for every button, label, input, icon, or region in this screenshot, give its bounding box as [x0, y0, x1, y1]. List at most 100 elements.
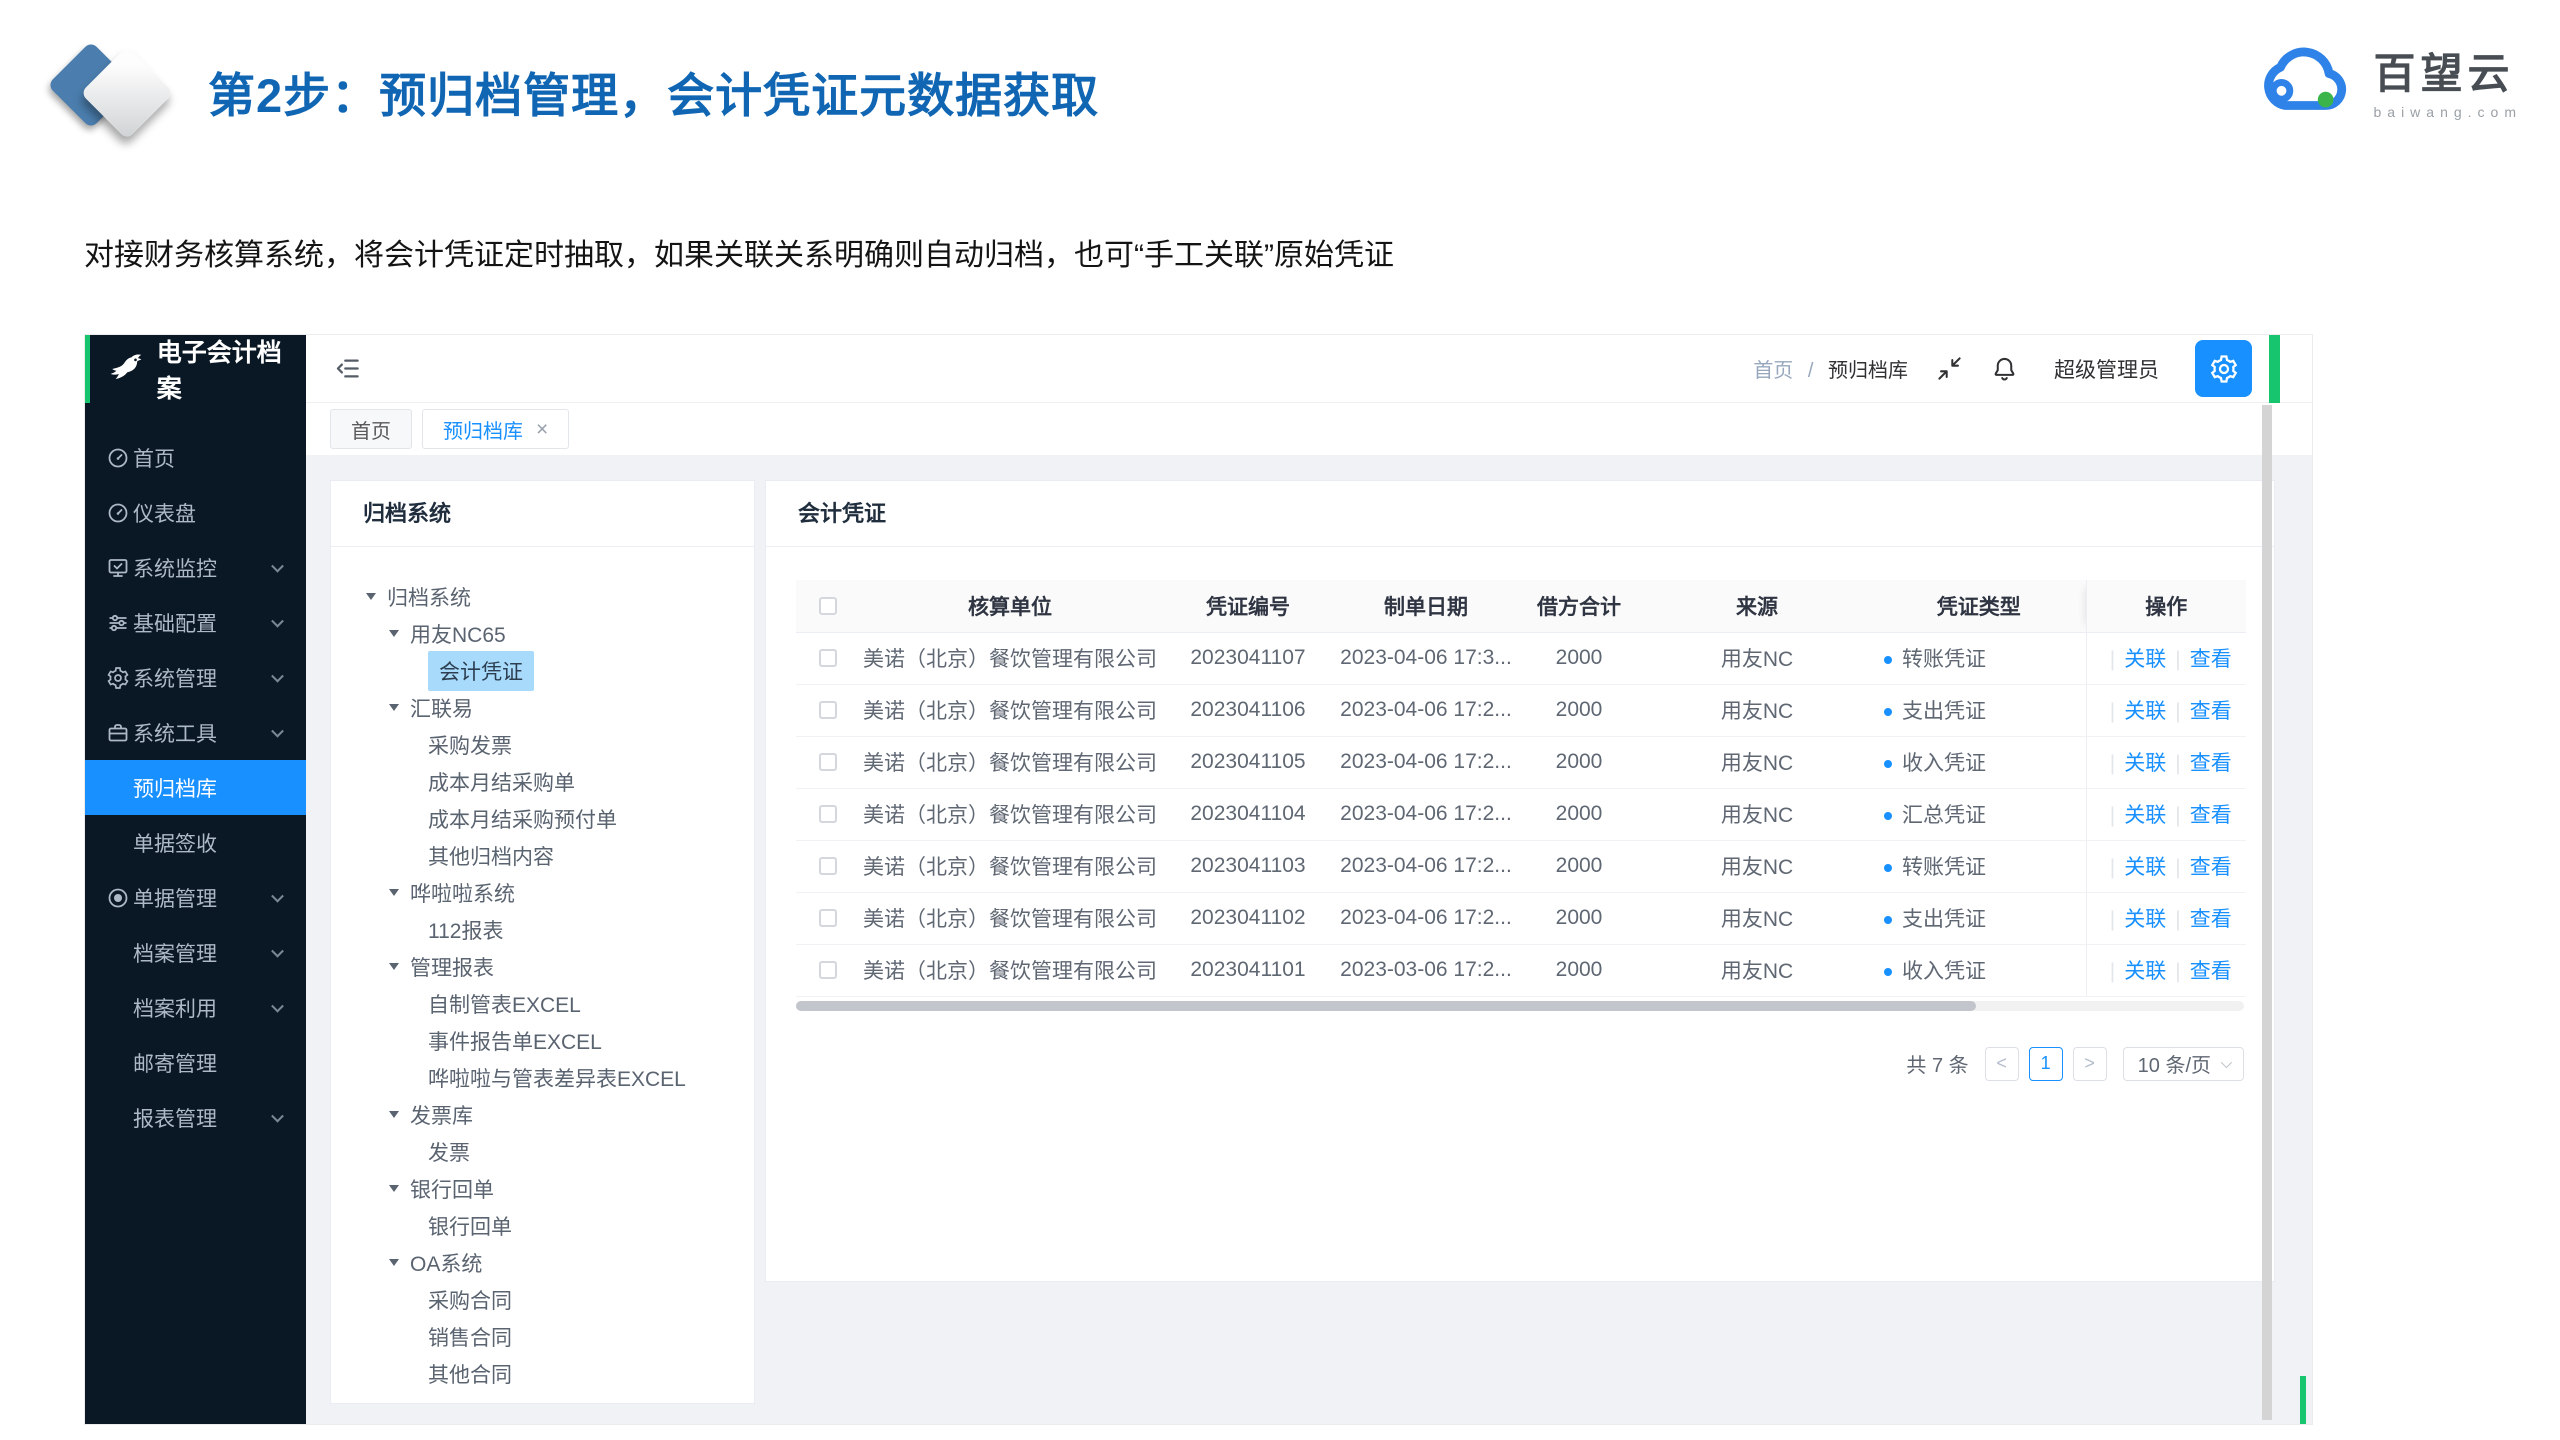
row-checkbox[interactable] [819, 701, 837, 719]
tree-node-18[interactable]: OA系统 [331, 1244, 754, 1281]
tree-node-label[interactable]: 其他合同 [428, 1359, 512, 1389]
tree-node-label[interactable]: 哗啦啦系统 [410, 878, 515, 908]
sidebar-item-4[interactable]: 系统管理 [85, 650, 306, 705]
link-relate[interactable]: 关联 [2124, 908, 2166, 931]
vertical-scrollbar-track[interactable] [2262, 405, 2272, 1420]
row-checkbox[interactable] [819, 857, 837, 875]
page-size-select[interactable]: 10 条/页 [2123, 1047, 2244, 1081]
tree-node-5[interactable]: 成本月结采购单 [331, 763, 754, 800]
tree-node-label[interactable]: OA系统 [410, 1248, 482, 1278]
link-relate[interactable]: 关联 [2124, 804, 2166, 827]
tree-node-label[interactable]: 事件报告单EXCEL [428, 1026, 602, 1056]
tree-node-15[interactable]: 发票 [331, 1133, 754, 1170]
tree-node-6[interactable]: 成本月结采购预付单 [331, 800, 754, 837]
link-relate[interactable]: 关联 [2124, 960, 2166, 983]
tree-node-14[interactable]: 发票库 [331, 1096, 754, 1133]
link-view[interactable]: 查看 [2190, 648, 2232, 671]
tree-node-label[interactable]: 自制管表EXCEL [428, 989, 581, 1019]
link-relate[interactable]: 关联 [2124, 648, 2166, 671]
scrollbar-thumb[interactable] [796, 1001, 1976, 1011]
link-view[interactable]: 查看 [2190, 804, 2232, 827]
select-all-checkbox[interactable] [819, 597, 837, 615]
tree-node-label[interactable]: 汇联易 [410, 693, 473, 723]
link-relate[interactable]: 关联 [2124, 856, 2166, 879]
sidebar-item-5[interactable]: 系统工具 [85, 705, 306, 760]
row-checkbox[interactable] [819, 909, 837, 927]
tab-home[interactable]: 首页 [330, 409, 412, 449]
tree-node-17[interactable]: 银行回单 [331, 1207, 754, 1244]
sidebar-item-6[interactable]: 预归档库 [85, 760, 306, 815]
tree-node-label[interactable]: 发票 [428, 1137, 470, 1167]
tree-node-21[interactable]: 其他合同 [331, 1355, 754, 1392]
link-view[interactable]: 查看 [2190, 960, 2232, 983]
tree-node-7[interactable]: 其他归档内容 [331, 837, 754, 874]
user-name[interactable]: 超级管理员 [2054, 354, 2159, 384]
tree-node-10[interactable]: 管理报表 [331, 948, 754, 985]
sidebar-item-1[interactable]: 仪表盘 [85, 485, 306, 540]
link-relate[interactable]: 关联 [2124, 700, 2166, 723]
sidebar-item-10[interactable]: 档案利用 [85, 980, 306, 1035]
tree-node-11[interactable]: 自制管表EXCEL [331, 985, 754, 1022]
tree-node-1[interactable]: 用友NC65 [331, 615, 754, 652]
settings-button[interactable] [2195, 340, 2252, 397]
tree-node-label[interactable]: 银行回单 [428, 1211, 512, 1241]
tree-node-label[interactable]: 112报表 [428, 915, 503, 945]
tree-node-12[interactable]: 事件报告单EXCEL [331, 1022, 754, 1059]
breadcrumb-home[interactable]: 首页 [1753, 360, 1793, 382]
link-relate[interactable]: 关联 [2124, 752, 2166, 775]
caret-down-icon[interactable] [389, 630, 399, 637]
tree-node-3[interactable]: 汇联易 [331, 689, 754, 726]
link-view[interactable]: 查看 [2190, 908, 2232, 931]
row-checkbox[interactable] [819, 649, 837, 667]
tree-node-label[interactable]: 其他归档内容 [428, 841, 554, 871]
tree-node-19[interactable]: 采购合同 [331, 1281, 754, 1318]
next-page-button[interactable]: > [2073, 1047, 2107, 1081]
tree-node-2[interactable]: 会计凭证 [331, 652, 754, 689]
tree-node-13[interactable]: 哗啦啦与管表差异表EXCEL [331, 1059, 754, 1096]
bell-icon[interactable] [1991, 355, 2018, 382]
tree-node-label-selected[interactable]: 会计凭证 [428, 651, 534, 691]
caret-down-icon[interactable] [389, 704, 399, 711]
tab-pre-archive[interactable]: 预归档库 × [422, 409, 569, 449]
prev-page-button[interactable]: < [1985, 1047, 2019, 1081]
row-checkbox[interactable] [819, 805, 837, 823]
tree-node-20[interactable]: 销售合同 [331, 1318, 754, 1355]
link-view[interactable]: 查看 [2190, 856, 2232, 879]
sidebar-item-7[interactable]: 单据签收 [85, 815, 306, 870]
page-number-button[interactable]: 1 [2029, 1047, 2063, 1081]
sidebar-item-3[interactable]: 基础配置 [85, 595, 306, 650]
compress-fullscreen-icon[interactable] [1936, 355, 1963, 382]
horizontal-scrollbar[interactable] [796, 1001, 2244, 1011]
caret-down-icon[interactable] [366, 593, 376, 600]
sidebar-item-2[interactable]: 系统监控 [85, 540, 306, 595]
caret-down-icon[interactable] [389, 889, 399, 896]
link-view[interactable]: 查看 [2190, 700, 2232, 723]
tree-node-8[interactable]: 哗啦啦系统 [331, 874, 754, 911]
collapse-sidebar-icon[interactable] [334, 355, 361, 382]
tree-node-16[interactable]: 银行回单 [331, 1170, 754, 1207]
tree-node-label[interactable]: 成本月结采购预付单 [428, 804, 617, 834]
row-checkbox[interactable] [819, 753, 837, 771]
tree-node-label[interactable]: 归档系统 [387, 582, 471, 612]
link-view[interactable]: 查看 [2190, 752, 2232, 775]
tree-node-label[interactable]: 银行回单 [410, 1174, 494, 1204]
sidebar-item-11[interactable]: 邮寄管理 [85, 1035, 306, 1090]
caret-down-icon[interactable] [389, 1111, 399, 1118]
tree-node-label[interactable]: 用友NC65 [410, 619, 506, 649]
caret-down-icon[interactable] [389, 1185, 399, 1192]
caret-down-icon[interactable] [389, 963, 399, 970]
tree-node-label[interactable]: 哗啦啦与管表差异表EXCEL [428, 1063, 686, 1093]
tree-node-label[interactable]: 成本月结采购单 [428, 767, 575, 797]
caret-down-icon[interactable] [389, 1259, 399, 1266]
tree-node-4[interactable]: 采购发票 [331, 726, 754, 763]
tree-node-label[interactable]: 采购合同 [428, 1285, 512, 1315]
sidebar-item-12[interactable]: 报表管理 [85, 1090, 306, 1145]
row-checkbox[interactable] [819, 961, 837, 979]
sidebar-item-8[interactable]: 单据管理 [85, 870, 306, 925]
tree-node-0[interactable]: 归档系统 [331, 578, 754, 615]
sidebar-item-9[interactable]: 档案管理 [85, 925, 306, 980]
tree-node-label[interactable]: 管理报表 [410, 952, 494, 982]
tree-node-9[interactable]: 112报表 [331, 911, 754, 948]
tree-node-label[interactable]: 采购发票 [428, 730, 512, 760]
tree-node-label[interactable]: 销售合同 [428, 1322, 512, 1352]
